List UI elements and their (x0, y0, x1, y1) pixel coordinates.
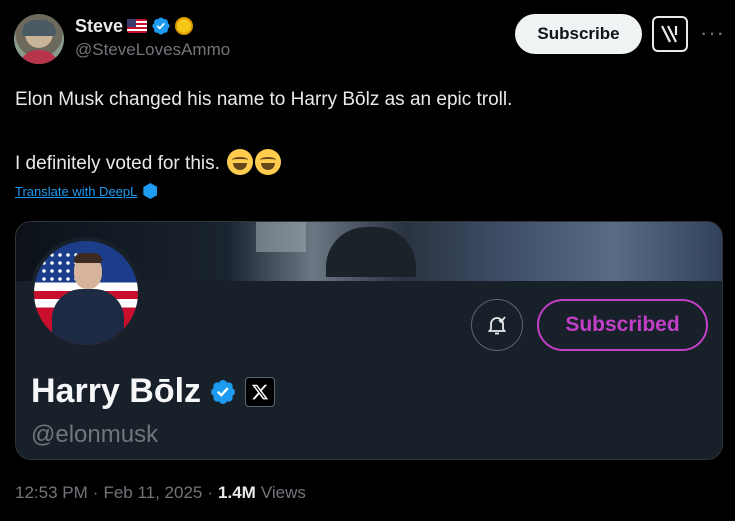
notification-bell-check-icon (487, 316, 507, 335)
separator: · (92, 483, 99, 502)
x-logo-icon (245, 376, 276, 407)
us-flag-icon (127, 19, 148, 33)
grok-button[interactable] (652, 16, 688, 52)
tweet-metadata: 12:53 PM · Feb 11, 2025 · 1.4M Views (15, 483, 306, 503)
tweet-text-line-2-text: I definitely voted for this. (15, 153, 220, 174)
card-profile-handle[interactable]: @elonmusk (31, 421, 158, 449)
views-label: Views (260, 483, 306, 502)
tweet-text-line-2: I definitely voted for this. (15, 149, 282, 175)
verified-badge-icon[interactable] (151, 16, 171, 36)
author-name-row: Steve (75, 14, 194, 38)
views-count: 1.4M (218, 483, 256, 502)
translate-link[interactable]: Translate with DeepL (15, 183, 158, 199)
verified-badge-icon[interactable] (209, 378, 237, 406)
gold-coin-icon (175, 17, 194, 35)
separator: · (207, 483, 214, 502)
more-options-button[interactable]: ··· (700, 20, 725, 46)
profile-avatar[interactable] (30, 237, 142, 349)
notification-bell-button[interactable] (471, 299, 523, 351)
card-profile-name[interactable]: Harry Bōlz (31, 372, 201, 411)
face-with-tears-of-joy-icon (227, 149, 254, 175)
author-handle[interactable]: @SteveLovesAmmo (75, 40, 230, 60)
face-with-tears-of-joy-icon (255, 149, 282, 175)
tweet-time[interactable]: 12:53 PM (15, 483, 88, 503)
tweet-date[interactable]: Feb 11, 2025 (103, 483, 202, 503)
author-avatar[interactable] (14, 14, 64, 64)
translate-label: Translate with DeepL (15, 183, 138, 199)
tweet-text-line-1: Elon Musk changed his name to Harry Bōlz… (15, 89, 513, 110)
subscribe-button[interactable]: Subscribe (515, 14, 642, 54)
deepl-icon (143, 183, 158, 199)
subscribed-button[interactable]: Subscribed (537, 299, 708, 351)
author-name[interactable]: Steve (75, 16, 123, 37)
card-name-row: Harry Bōlz (31, 372, 276, 411)
grok-icon (661, 25, 678, 43)
